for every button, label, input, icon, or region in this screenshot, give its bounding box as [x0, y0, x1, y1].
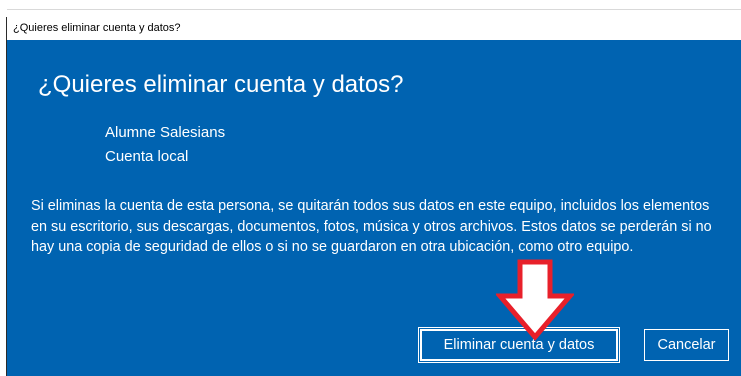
down-arrow-icon	[496, 259, 574, 341]
account-type: Cuenta local	[105, 148, 189, 165]
warning-message: Si eliminas la cuenta de esta persona, s…	[31, 198, 712, 255]
down-arrow-shape	[496, 259, 574, 341]
title-bar[interactable]: ¿Quieres eliminar cuenta y datos?	[7, 17, 741, 40]
dialog-body: ¿Quieres eliminar cuenta y datos? Alumne…	[7, 40, 741, 376]
dialog-heading: ¿Quieres eliminar cuenta y datos?	[38, 71, 404, 98]
cancel-button[interactable]: Cancelar	[644, 329, 729, 361]
account-name: Alumne Salesians	[105, 124, 226, 141]
window-title: ¿Quieres eliminar cuenta y datos?	[13, 22, 181, 34]
dialog-window: ¿Quieres eliminar cuenta y datos? ¿Quier…	[6, 17, 741, 376]
top-divider	[7, 9, 741, 10]
